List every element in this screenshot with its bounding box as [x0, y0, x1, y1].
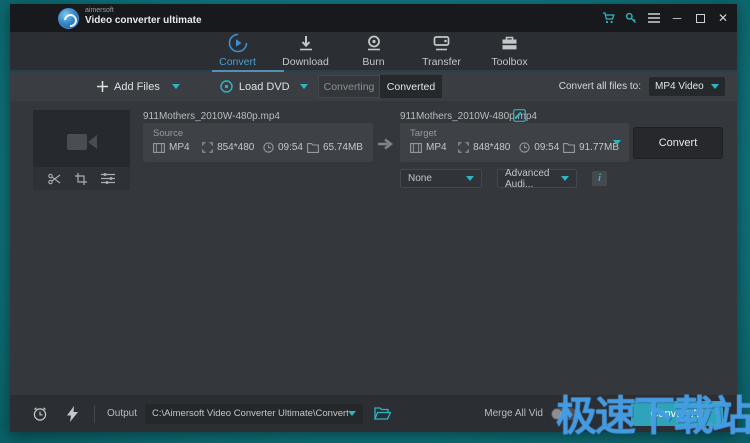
tab-download-label: Download	[282, 56, 329, 68]
convert-button[interactable]: Convert	[633, 127, 723, 159]
dvd-icon	[220, 80, 233, 93]
tab-converting[interactable]: Converting	[318, 75, 380, 98]
high-speed-icon[interactable]	[64, 406, 80, 422]
merge-all-label: Merge All Vid	[484, 408, 543, 419]
load-dvd-dropdown-caret[interactable]	[300, 84, 308, 89]
target-info-box: Target MP4 848*480 09:54 91.77MB	[400, 123, 629, 162]
effect-select-value: None	[408, 173, 432, 184]
menu-icon[interactable]	[647, 11, 661, 25]
convert-all-button[interactable]: Convert All	[631, 401, 723, 426]
source-duration: 09:54	[263, 142, 307, 153]
format-dropdown-caret	[711, 84, 719, 89]
add-files-button[interactable]: Add Files	[97, 81, 160, 93]
file-list: 911Mothers_2010W-480p.mp4 911Mothers_201…	[10, 101, 737, 395]
source-to-target-arrow-icon	[378, 138, 396, 153]
divider	[94, 405, 95, 423]
tab-convert[interactable]: Convert	[209, 35, 267, 68]
audio-select-caret	[561, 176, 569, 181]
video-thumbnail	[33, 110, 130, 190]
target-format: MP4	[410, 142, 458, 153]
toolbar: Add Files Load DVD Converting Converted …	[10, 72, 737, 101]
tab-transfer-label: Transfer	[422, 56, 461, 68]
app-title: Video converter ultimate	[85, 15, 202, 26]
output-path-select[interactable]: C:\Aimersoft Video Converter Ultimate\Co…	[145, 404, 363, 424]
open-folder-icon[interactable]	[374, 407, 391, 420]
convert-all-to-label: Convert all files to:	[559, 81, 641, 92]
effect-select-caret	[466, 176, 474, 181]
store-cart-icon[interactable]	[601, 11, 615, 25]
info-button[interactable]: i	[592, 171, 607, 186]
tab-convert-label: Convert	[219, 56, 256, 68]
video-camera-icon	[33, 124, 130, 160]
audio-select[interactable]: Advanced Audi...	[497, 169, 577, 188]
convert-icon	[228, 35, 248, 53]
transfer-device-icon	[433, 35, 450, 53]
output-label: Output	[107, 408, 137, 419]
burn-disc-icon	[366, 35, 382, 53]
audio-select-value: Advanced Audi...	[505, 168, 561, 190]
target-label: Target	[410, 128, 619, 139]
source-info-box: Source MP4 854*480 09:54 65.74MB	[143, 123, 373, 162]
trim-scissors-icon[interactable]	[48, 173, 61, 185]
output-path-caret	[348, 411, 356, 416]
tab-transfer[interactable]: Transfer	[413, 35, 471, 68]
clock-icon	[263, 142, 274, 153]
resolution-icon	[202, 142, 213, 153]
target-resolution: 848*480	[458, 142, 519, 153]
format-film-icon	[153, 143, 165, 153]
source-size: 65.74MB	[307, 142, 363, 153]
tab-download[interactable]: Download	[277, 35, 335, 68]
source-filename: 911Mothers_2010W-480p.mp4	[143, 111, 280, 122]
resolution-icon	[458, 142, 469, 153]
crop-icon[interactable]	[75, 173, 87, 185]
effects-adjust-icon[interactable]	[101, 173, 115, 184]
maximize-button[interactable]	[693, 11, 707, 25]
source-format: MP4	[153, 142, 202, 153]
effect-select[interactable]: None	[400, 169, 482, 188]
add-files-label: Add Files	[114, 81, 160, 93]
minimize-button[interactable]: ─	[670, 11, 684, 25]
tab-burn-label: Burn	[362, 56, 384, 68]
source-resolution: 854*480	[202, 142, 263, 153]
app-window: aimersoft Video converter ultimate ─ ✕ C…	[10, 4, 737, 432]
folder-icon	[307, 143, 319, 153]
clock-icon	[519, 142, 530, 153]
download-icon	[298, 35, 314, 53]
toolbox-icon	[501, 35, 518, 53]
titlebar: aimersoft Video converter ultimate ─ ✕	[10, 4, 737, 32]
output-format-value: MP4 Video	[655, 81, 704, 92]
queue-tabs: Converting Converted	[318, 75, 442, 98]
brand-label: aimersoft	[85, 7, 202, 15]
app-logo-icon	[58, 8, 79, 29]
target-size: 91.77MB	[563, 142, 619, 153]
register-key-icon[interactable]	[624, 11, 638, 25]
main-nav: Convert Download Burn Transfer Toolbox	[10, 32, 737, 70]
format-film-icon	[410, 143, 422, 153]
bottom-bar: Output C:\Aimersoft Video Converter Ulti…	[10, 395, 737, 432]
tab-toolbox-label: Toolbox	[491, 56, 527, 68]
schedule-timer-icon[interactable]	[32, 406, 48, 422]
output-path-value: C:\Aimersoft Video Converter Ultimate\Co…	[152, 408, 348, 419]
edit-toolbar	[33, 167, 130, 190]
plus-icon	[97, 81, 108, 92]
load-dvd-button[interactable]: Load DVD	[220, 80, 290, 93]
output-format-select[interactable]: MP4 Video	[649, 77, 725, 96]
load-dvd-label: Load DVD	[239, 81, 290, 93]
tab-burn[interactable]: Burn	[345, 35, 403, 68]
target-settings-caret[interactable]	[613, 140, 621, 145]
add-files-dropdown-caret[interactable]	[172, 84, 180, 89]
tab-converted[interactable]: Converted	[380, 75, 442, 98]
folder-icon	[563, 143, 575, 153]
source-label: Source	[153, 128, 363, 139]
merge-all-toggle[interactable]	[551, 408, 577, 420]
tab-toolbox[interactable]: Toolbox	[481, 35, 539, 68]
target-duration: 09:54	[519, 142, 563, 153]
close-button[interactable]: ✕	[716, 11, 730, 25]
